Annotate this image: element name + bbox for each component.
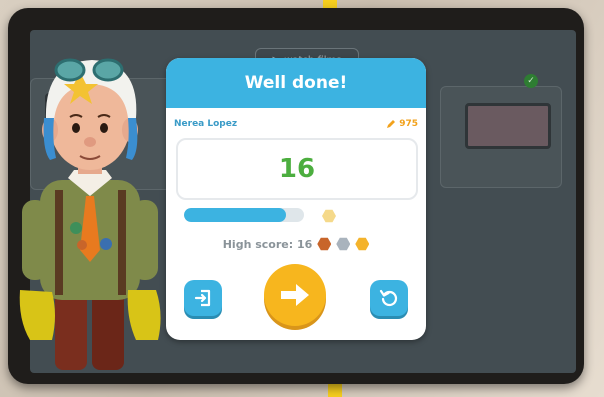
exit-button[interactable]	[184, 280, 222, 316]
coin-balance: 975	[386, 119, 418, 129]
restart-button[interactable]	[370, 280, 408, 316]
tv-illustration	[465, 103, 551, 149]
high-score-label: High score: 16	[222, 237, 313, 251]
score-box: 16	[176, 138, 418, 200]
bronze-medal-icon	[317, 237, 332, 251]
pencil-coin-icon	[387, 120, 396, 128]
user-name: Nerea Lopez	[174, 119, 238, 129]
high-score-row: High score: 16	[166, 234, 426, 254]
silver-medal-icon	[336, 237, 351, 251]
user-info-row: Nerea Lopez 975	[174, 116, 418, 132]
gold-medal-icon	[355, 237, 370, 251]
arrow-right-icon	[281, 284, 309, 306]
next-button[interactable]	[264, 264, 326, 326]
coin-count: 975	[399, 119, 418, 129]
score-value: 16	[278, 154, 316, 184]
background-scene-card-right	[440, 86, 562, 188]
medal-goal-icon	[322, 209, 336, 223]
progress-bar	[184, 208, 304, 222]
yellow-strip-bottom	[328, 382, 342, 397]
dialog-title: Well done!	[166, 58, 426, 108]
restart-icon	[379, 289, 398, 307]
progress-bar-fill	[184, 208, 286, 222]
results-dialog: Well done! Nerea Lopez 975 16 High score…	[166, 58, 426, 340]
check-icon: ✓	[524, 74, 538, 88]
pilot-character	[19, 58, 161, 370]
exit-icon	[194, 289, 211, 307]
